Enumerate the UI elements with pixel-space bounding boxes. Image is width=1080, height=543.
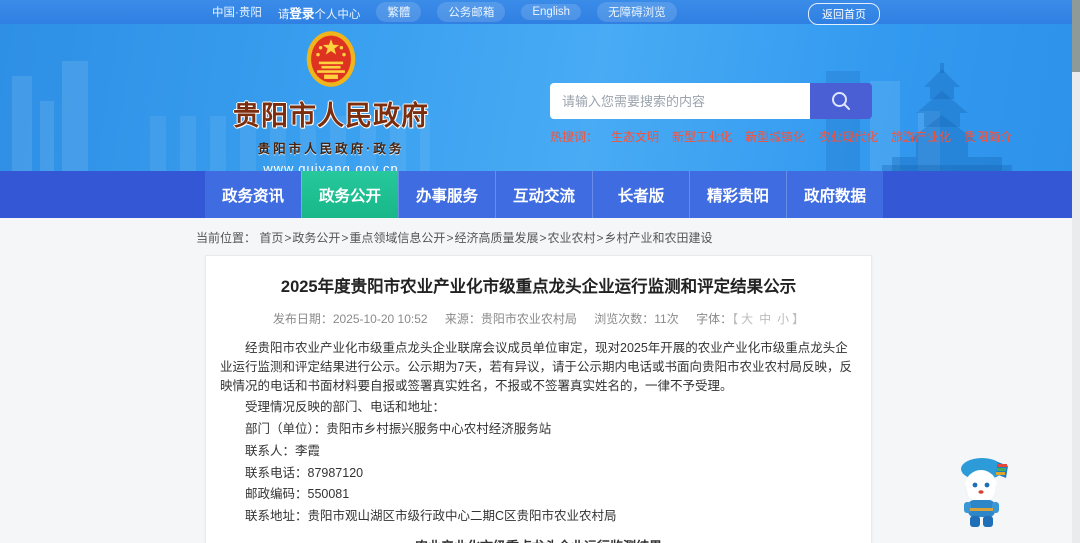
breadcrumb-separator: > (284, 231, 292, 245)
article-body: 经贵阳市农业产业化市级重点龙头企业联席会议成员单位审定，现对2025年开展的农业… (220, 339, 857, 526)
font-bracket-close: 】 (792, 312, 805, 326)
building-silhouette (62, 61, 88, 171)
result-table-caption: 农业产业化市级重点龙头企业运行监测结果 (220, 536, 857, 543)
top-utility-bar: 中国·贵阳 请登录个人中心 繁體 公务邮箱 English 无障碍浏览 返回首页 (0, 0, 1080, 25)
nav-item-jingcai-guiyang[interactable]: 精彩贵阳 (689, 171, 786, 218)
search-button[interactable] (810, 83, 872, 119)
login-personal-center-link[interactable]: 请登录个人中心 (278, 3, 361, 22)
official-mailbox-link[interactable]: 公务邮箱 (437, 2, 506, 22)
topbar-links: 中国·贵阳 请登录个人中心 繁體 公务邮箱 English 无障碍浏览 (212, 2, 677, 22)
contact-department: 部门（单位）：贵阳市乡村振兴服务中心农村经济服务站 (245, 422, 552, 436)
site-logo[interactable]: 贵阳市人民政府 贵阳市人民政府·政务 www.guiyang.gov.cn (226, 30, 436, 171)
nav-item-hudong-jiaoliu[interactable]: 互动交流 (495, 171, 592, 218)
hot-word-link[interactable]: 新型工业化 (672, 128, 732, 145)
jiaxiu-tower-silhouette-icon (882, 63, 1012, 171)
site-subtitle: 贵阳市人民政府·政务 (257, 142, 405, 156)
site-banner: 贵阳市人民政府 贵阳市人民政府·政务 www.guiyang.gov.cn 热搜… (0, 24, 1080, 171)
breadcrumb-current[interactable]: 乡村产业和农田建设 (605, 231, 713, 245)
search-area: 热搜词： 生态文明 新型工业化 新型城镇化 农业现代化 旅游产业化 贵阳简介 (550, 83, 1012, 145)
national-emblem-icon (306, 31, 356, 87)
nav-item-zhengwu-gongkai[interactable]: 政务公开 (301, 171, 398, 218)
login-prefix: 请 (277, 8, 290, 21)
breadcrumb-link[interactable]: 经济高质量发展 (454, 231, 538, 245)
hot-word-link[interactable]: 农业现代化 (818, 128, 878, 145)
publish-date: 发布日期：2025-10-20 10:52 (272, 312, 428, 326)
font-size-control: 字体：【大中小】 (696, 312, 804, 326)
building-silhouette (40, 101, 54, 171)
hot-word-link[interactable]: 生态文明 (611, 128, 659, 145)
font-size-label: 字体： (696, 312, 733, 326)
postal-code: 邮政编码：550081 (245, 487, 350, 502)
contact-phone: 联系电话：87987120 (245, 465, 364, 480)
nav-item-zhangzheban[interactable]: 长者版 (592, 171, 689, 218)
hot-search-words: 热搜词： 生态文明 新型工业化 新型城镇化 农业现代化 旅游产业化 贵阳简介 (550, 128, 1012, 145)
accessibility-link[interactable]: 无障碍浏览 (597, 2, 677, 22)
nav-item-banshi-fuwu[interactable]: 办事服务 (398, 171, 495, 218)
hot-word-link[interactable]: 新型城镇化 (745, 128, 805, 145)
font-medium-button[interactable]: 中 (759, 312, 771, 326)
contact-address: 联系地址：贵阳市观山湖区市级行政中心二期C区贵阳市农业农村局 (245, 509, 617, 523)
font-bracket-open: 【 (732, 312, 739, 326)
article-card: 2025年度贵阳市农业产业化市级重点龙头企业运行监测和评定结果公示 发布日期：2… (205, 255, 872, 543)
login-link[interactable]: 登录 (289, 7, 314, 21)
return-home-button[interactable]: 返回首页 (808, 3, 880, 25)
login-suffix: 个人中心 (314, 8, 361, 21)
font-large-button[interactable]: 大 (741, 312, 753, 326)
hot-word-link[interactable]: 贵阳简介 (964, 128, 1012, 145)
page: 中国·贵阳 请登录个人中心 繁體 公务邮箱 English 无障碍浏览 返回首页 (0, 0, 1080, 543)
main-navigation: 政务资讯 政务公开 办事服务 互动交流 长者版 精彩贵阳 政府数据 (0, 171, 1080, 218)
font-small-button[interactable]: 小 (777, 312, 789, 326)
article-paragraph: 受理情况反映的部门、电话和地址： (245, 400, 446, 415)
article-meta: 发布日期：2025-10-20 10:52 来源：贵阳市农业农村局 浏览次数：1… (220, 310, 857, 327)
vertical-scrollbar[interactable] (1072, 0, 1080, 543)
nav-item-zhengwu-zixun[interactable]: 政务资讯 (205, 171, 301, 218)
breadcrumb-link[interactable]: 重点领域信息公开 (349, 231, 445, 245)
breadcrumb-link[interactable]: 政务公开 (292, 231, 340, 245)
breadcrumb-home[interactable]: 首页 (259, 231, 283, 245)
breadcrumb-link[interactable]: 农业农村 (547, 231, 595, 245)
hot-search-label: 热搜词： (550, 130, 599, 144)
nav-item-zhengfu-shuju[interactable]: 政府数据 (786, 171, 883, 218)
breadcrumb-separator: > (341, 231, 349, 245)
traditional-chinese-link[interactable]: 繁體 (376, 2, 422, 22)
site-title: 贵阳市人民政府 (233, 101, 429, 131)
scrollbar-thumb[interactable] (1072, 0, 1080, 72)
guiyang-mascot-icon (961, 458, 1008, 527)
site-url: www.guiyang.gov.cn (263, 161, 399, 171)
search-icon (832, 92, 850, 110)
breadcrumb: 当前位置： 首页>政务公开>重点领域信息公开>经济高质量发展>农业农村>乡村产业… (196, 229, 1080, 246)
search-box (550, 83, 872, 119)
breadcrumb-separator: > (446, 231, 454, 245)
mascot-widget[interactable] (950, 452, 1016, 535)
breadcrumb-separator: > (596, 231, 604, 245)
contact-person: 联系人：李霞 (245, 443, 321, 458)
building-silhouette (12, 76, 32, 171)
view-count: 浏览次数：11次 (594, 312, 679, 326)
breadcrumb-separator: > (539, 231, 547, 245)
english-link[interactable]: English (521, 4, 582, 20)
region-link[interactable]: 中国·贵阳 (212, 4, 262, 20)
search-input[interactable] (550, 83, 810, 119)
breadcrumb-label: 当前位置： (196, 231, 257, 245)
article-source: 来源：贵阳市农业农村局 (444, 312, 577, 326)
article-paragraph: 经贵阳市农业产业化市级重点龙头企业联席会议成员单位审定，现对2025年开展的农业… (220, 341, 852, 393)
article-title: 2025年度贵阳市农业产业化市级重点龙头企业运行监测和评定结果公示 (280, 278, 797, 296)
hot-word-link[interactable]: 旅游产业化 (891, 128, 951, 145)
